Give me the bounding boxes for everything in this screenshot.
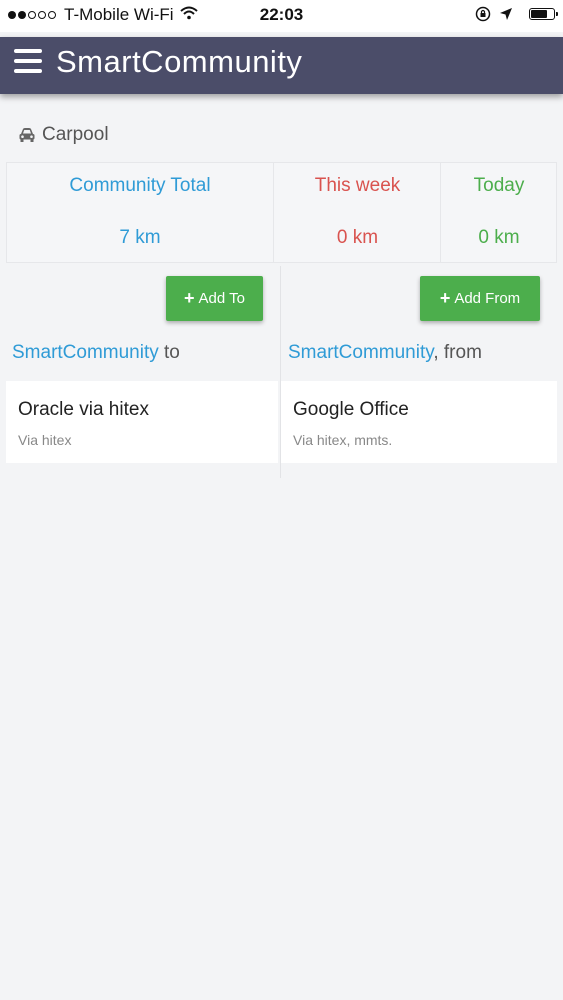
stat-today: Today 0 km bbox=[440, 163, 557, 262]
to-heading: SmartCommunity to bbox=[12, 342, 180, 364]
list-item[interactable]: Google Office Via hitex, mmts. bbox=[281, 381, 557, 463]
add-from-button[interactable]: + Add From bbox=[420, 276, 540, 321]
plus-icon: + bbox=[184, 288, 195, 308]
battery-icon bbox=[521, 8, 558, 20]
list-item-subtitle: Via hitex, mmts. bbox=[293, 432, 393, 448]
from-heading-rest: , from bbox=[433, 342, 482, 363]
wifi-icon bbox=[179, 5, 198, 25]
status-bar: T-Mobile Wi-Fi 22:03 bbox=[0, 0, 563, 32]
from-heading-brand: SmartCommunity bbox=[288, 342, 434, 363]
status-right bbox=[467, 6, 558, 22]
app-title: SmartCommunity bbox=[56, 44, 303, 79]
stat-value: 0 km bbox=[336, 227, 379, 248]
rotation-lock-icon bbox=[475, 6, 491, 22]
to-heading-rest: to bbox=[158, 342, 180, 363]
list-item[interactable]: Oracle via hitex Via hitex bbox=[6, 381, 278, 463]
add-to-button-label: Add To bbox=[198, 290, 245, 307]
status-left: T-Mobile Wi-Fi bbox=[8, 5, 198, 25]
from-heading: SmartCommunity, from bbox=[288, 342, 482, 364]
list-item-title: Google Office bbox=[293, 399, 409, 420]
stat-title: Community Total bbox=[69, 175, 211, 196]
stat-title: Today bbox=[473, 175, 525, 196]
section-label: Carpool bbox=[18, 124, 109, 146]
plus-icon: + bbox=[439, 288, 451, 308]
stats-panel: Community Total 7 km This week 0 km Toda… bbox=[6, 162, 557, 263]
stat-value: 7 km bbox=[119, 227, 161, 248]
add-from-button-label: Add From bbox=[454, 290, 521, 307]
list-item-subtitle: Via hitex bbox=[18, 432, 72, 448]
app-header: SmartCommunity bbox=[0, 37, 563, 94]
list-item-title: Oracle via hitex bbox=[18, 399, 149, 420]
stat-this-week: This week 0 km bbox=[273, 163, 441, 262]
to-heading-brand: SmartCommunity bbox=[12, 342, 159, 363]
stat-community-total: Community Total 7 km bbox=[7, 163, 273, 262]
carrier-name: T-Mobile Wi-Fi bbox=[64, 5, 174, 24]
location-arrow-icon bbox=[499, 7, 513, 21]
car-icon bbox=[18, 127, 36, 143]
menu-icon[interactable] bbox=[14, 49, 42, 73]
stat-title: This week bbox=[314, 175, 401, 196]
stat-value: 0 km bbox=[478, 227, 520, 248]
signal-strength-icon bbox=[8, 11, 58, 19]
add-to-button[interactable]: + Add To bbox=[166, 276, 263, 321]
section-title: Carpool bbox=[42, 124, 109, 145]
